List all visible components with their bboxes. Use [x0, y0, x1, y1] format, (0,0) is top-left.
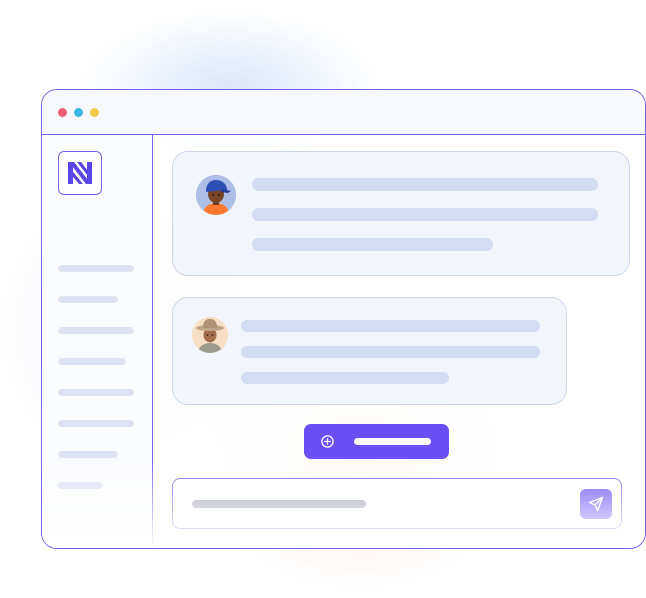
avatar: [192, 317, 228, 353]
illustration-canvas: [0, 0, 646, 598]
sidebar-item-4[interactable]: [58, 358, 126, 365]
sidebar-item-6[interactable]: [58, 420, 134, 427]
message-text-line: [241, 320, 540, 332]
sidebar-item-7[interactable]: [58, 451, 118, 458]
message-text-line: [252, 208, 598, 221]
new-chat-label: [354, 438, 431, 445]
chat-message-2: [172, 297, 567, 405]
sidebar-item-5[interactable]: [58, 389, 134, 396]
message-composer: [172, 478, 622, 529]
window-minimize-button[interactable]: [74, 108, 83, 117]
chat-message-1: [172, 151, 630, 276]
plus-circle-icon: [321, 435, 334, 448]
sidebar-item-3[interactable]: [58, 327, 134, 334]
avatar: [196, 175, 236, 215]
n-logo-icon: [68, 162, 92, 184]
sidebar-item-2[interactable]: [58, 296, 118, 303]
app-window: [41, 89, 646, 549]
sidebar-item-8[interactable]: [58, 482, 102, 489]
message-text-line: [241, 346, 540, 358]
window-maximize-button[interactable]: [90, 108, 99, 117]
person-blue-cap-avatar: [196, 175, 236, 215]
app-logo[interactable]: [58, 151, 102, 195]
window-close-button[interactable]: [58, 108, 67, 117]
message-input[interactable]: [192, 500, 366, 508]
send-button[interactable]: [580, 489, 612, 519]
person-sun-hat-avatar: [192, 317, 228, 353]
new-chat-button[interactable]: [304, 424, 449, 459]
message-text-line: [252, 178, 598, 191]
send-icon: [588, 496, 604, 512]
sidebar: [42, 135, 153, 548]
message-text-line: [252, 238, 493, 251]
sidebar-item-1[interactable]: [58, 265, 134, 272]
message-text-line: [241, 372, 449, 384]
window-titlebar: [42, 90, 645, 135]
